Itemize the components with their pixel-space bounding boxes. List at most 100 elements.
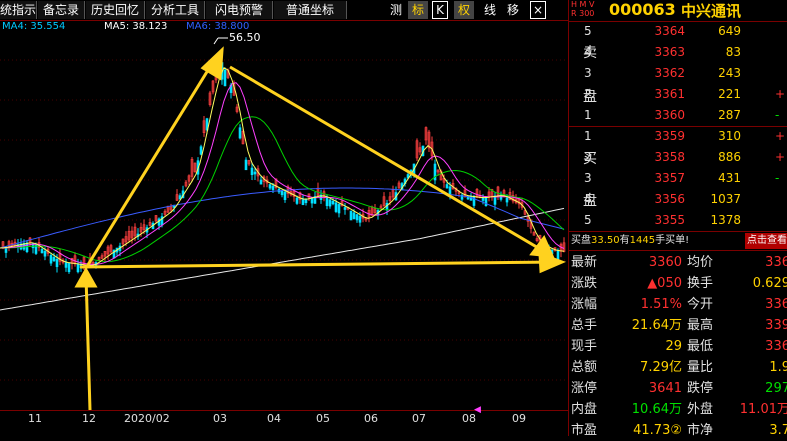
candlesticks <box>1 57 566 274</box>
sell-row[interactable]: 1 3360 287- <box>569 105 787 126</box>
sell-row[interactable]: 2 3361 221 + <box>569 84 787 105</box>
sell-row[interactable]: 5 3364 649 <box>569 21 787 42</box>
quote-stat-row: 市盈 41.73② 市净 3.7 <box>569 420 787 441</box>
stat-label: 总额 <box>571 360 598 375</box>
candle <box>343 207 347 210</box>
stat-value: 1.9 <box>769 360 787 375</box>
rights-icon[interactable]: 权 <box>454 1 474 19</box>
axis-label: 09 <box>512 412 526 425</box>
quote-stat-row: 内盘 10.64万 外盘 11.01万 <box>569 399 787 420</box>
candle <box>337 204 341 214</box>
quote-stat-row: 最新 3360 均价 336 <box>569 252 787 273</box>
candle <box>481 197 485 201</box>
candle <box>484 196 488 206</box>
candle <box>331 200 335 205</box>
quote-stat-row: 涨跌 ▲050 换手 0.629 <box>569 273 787 294</box>
candle <box>67 262 71 273</box>
stat-value: 21.64万 <box>631 318 682 333</box>
drawn-annotations <box>74 46 567 410</box>
candle <box>295 197 299 204</box>
stat-value: 339 <box>765 318 787 333</box>
candle <box>448 186 452 195</box>
stat-label: 市净 <box>687 423 714 438</box>
axis-label: 12 <box>82 412 96 425</box>
buy-row[interactable]: 2 3358 886 + <box>569 147 787 168</box>
analysis-tools-button[interactable]: 分析工具 <box>146 1 205 19</box>
axis-label: 05 <box>316 412 330 425</box>
candle <box>283 191 287 201</box>
buy-row[interactable]: 3 3357 431- <box>569 168 787 189</box>
quote-stat-row: 涨停 3641 跌停 297 <box>569 378 787 399</box>
stat-label: 涨停 <box>571 381 598 396</box>
axis-label: 04 <box>267 412 281 425</box>
stat-label: 涨跌 <box>571 276 598 291</box>
stat-label: 换手 <box>687 276 714 291</box>
stat-value: 3641 <box>648 381 682 396</box>
stock-code: 000063 <box>609 0 676 19</box>
time-axis: 11 12 2020/02 03 04 05 06 07 08 09 ◀ <box>0 405 568 436</box>
stat-label: 总手 <box>571 318 598 333</box>
stat-value: 336 <box>765 339 787 354</box>
flash-alert-button[interactable]: 闪电预警 <box>206 1 273 19</box>
stat-label: 跌停 <box>687 381 714 396</box>
axis-label: 11 <box>28 412 42 425</box>
history-button[interactable]: 历史回忆 <box>86 1 145 19</box>
move-icon[interactable]: 移 <box>503 1 523 19</box>
stat-label: 均价 <box>687 255 714 270</box>
stat-label: 今开 <box>687 297 714 312</box>
stat-label: 内盘 <box>571 402 598 417</box>
stat-value: 336 <box>765 297 787 312</box>
sell-row[interactable]: 3 3362 243 <box>569 63 787 84</box>
kline-icon[interactable]: K <box>432 1 448 19</box>
line-icon[interactable]: 线 <box>480 1 500 19</box>
candle <box>253 171 257 175</box>
hmv-badge[interactable]: H M VR 300 <box>571 0 603 20</box>
peak-annotation: 56.50 <box>213 31 261 45</box>
marker-icon: ◀ <box>474 405 481 415</box>
mark-icon[interactable]: 标 <box>408 1 428 19</box>
candle <box>328 199 332 207</box>
buy-row[interactable]: 1 3359 310 + <box>569 126 787 147</box>
candle <box>52 257 56 262</box>
stat-value: 0.629 <box>752 276 787 291</box>
stat-value: ▲050 <box>647 276 682 291</box>
stat-label: 涨幅 <box>571 297 598 312</box>
buy-row[interactable]: 5 3355 1378 <box>569 210 787 231</box>
kline-chart[interactable]: 56.50 <box>0 20 568 410</box>
peak-label: 56.50 <box>229 31 261 44</box>
stat-value: 41.73② <box>633 423 682 438</box>
candle <box>199 146 203 155</box>
candle <box>49 255 53 264</box>
candle <box>238 127 242 139</box>
buy-row[interactable]: 4 3356 1037 <box>569 189 787 210</box>
stat-value: 29 <box>665 339 682 354</box>
candle <box>505 197 509 203</box>
candle <box>55 259 59 267</box>
candle <box>244 159 248 171</box>
indicator-button[interactable]: 统指示 <box>0 1 37 19</box>
stat-value: 1.51% <box>640 297 682 312</box>
stat-label: 最新 <box>571 255 598 270</box>
quote-stat-row: 涨幅 1.51% 今开 336 <box>569 294 787 315</box>
candle <box>280 190 284 196</box>
candle <box>445 184 449 189</box>
axis-label: 06 <box>364 412 378 425</box>
axis-label: 07 <box>412 412 426 425</box>
stat-label: 外盘 <box>687 402 714 417</box>
close-icon[interactable]: × <box>530 1 546 19</box>
chart-toolbar: 统指示 备忘录 历史回忆 分析工具 闪电预警 普通坐标 测 标 K 权 线 移 … <box>0 0 568 21</box>
candle <box>43 251 47 257</box>
memo-button[interactable]: 备忘录 <box>38 1 85 19</box>
stat-label: 市盈 <box>571 423 598 438</box>
stat-value: 11.01万 <box>739 402 787 417</box>
normal-axis-button[interactable]: 普通坐标 <box>274 1 347 19</box>
stat-label: 最低 <box>687 339 714 354</box>
stock-name: 中兴通讯 <box>681 2 742 20</box>
candle <box>349 210 353 221</box>
measure-icon[interactable]: 测 <box>386 1 406 19</box>
candle <box>325 197 329 206</box>
click-view-button[interactable]: 点击查看 <box>745 233 787 249</box>
candle <box>40 249 44 254</box>
candle <box>358 216 362 223</box>
sell-row[interactable]: 4 3363 83 <box>569 42 787 63</box>
